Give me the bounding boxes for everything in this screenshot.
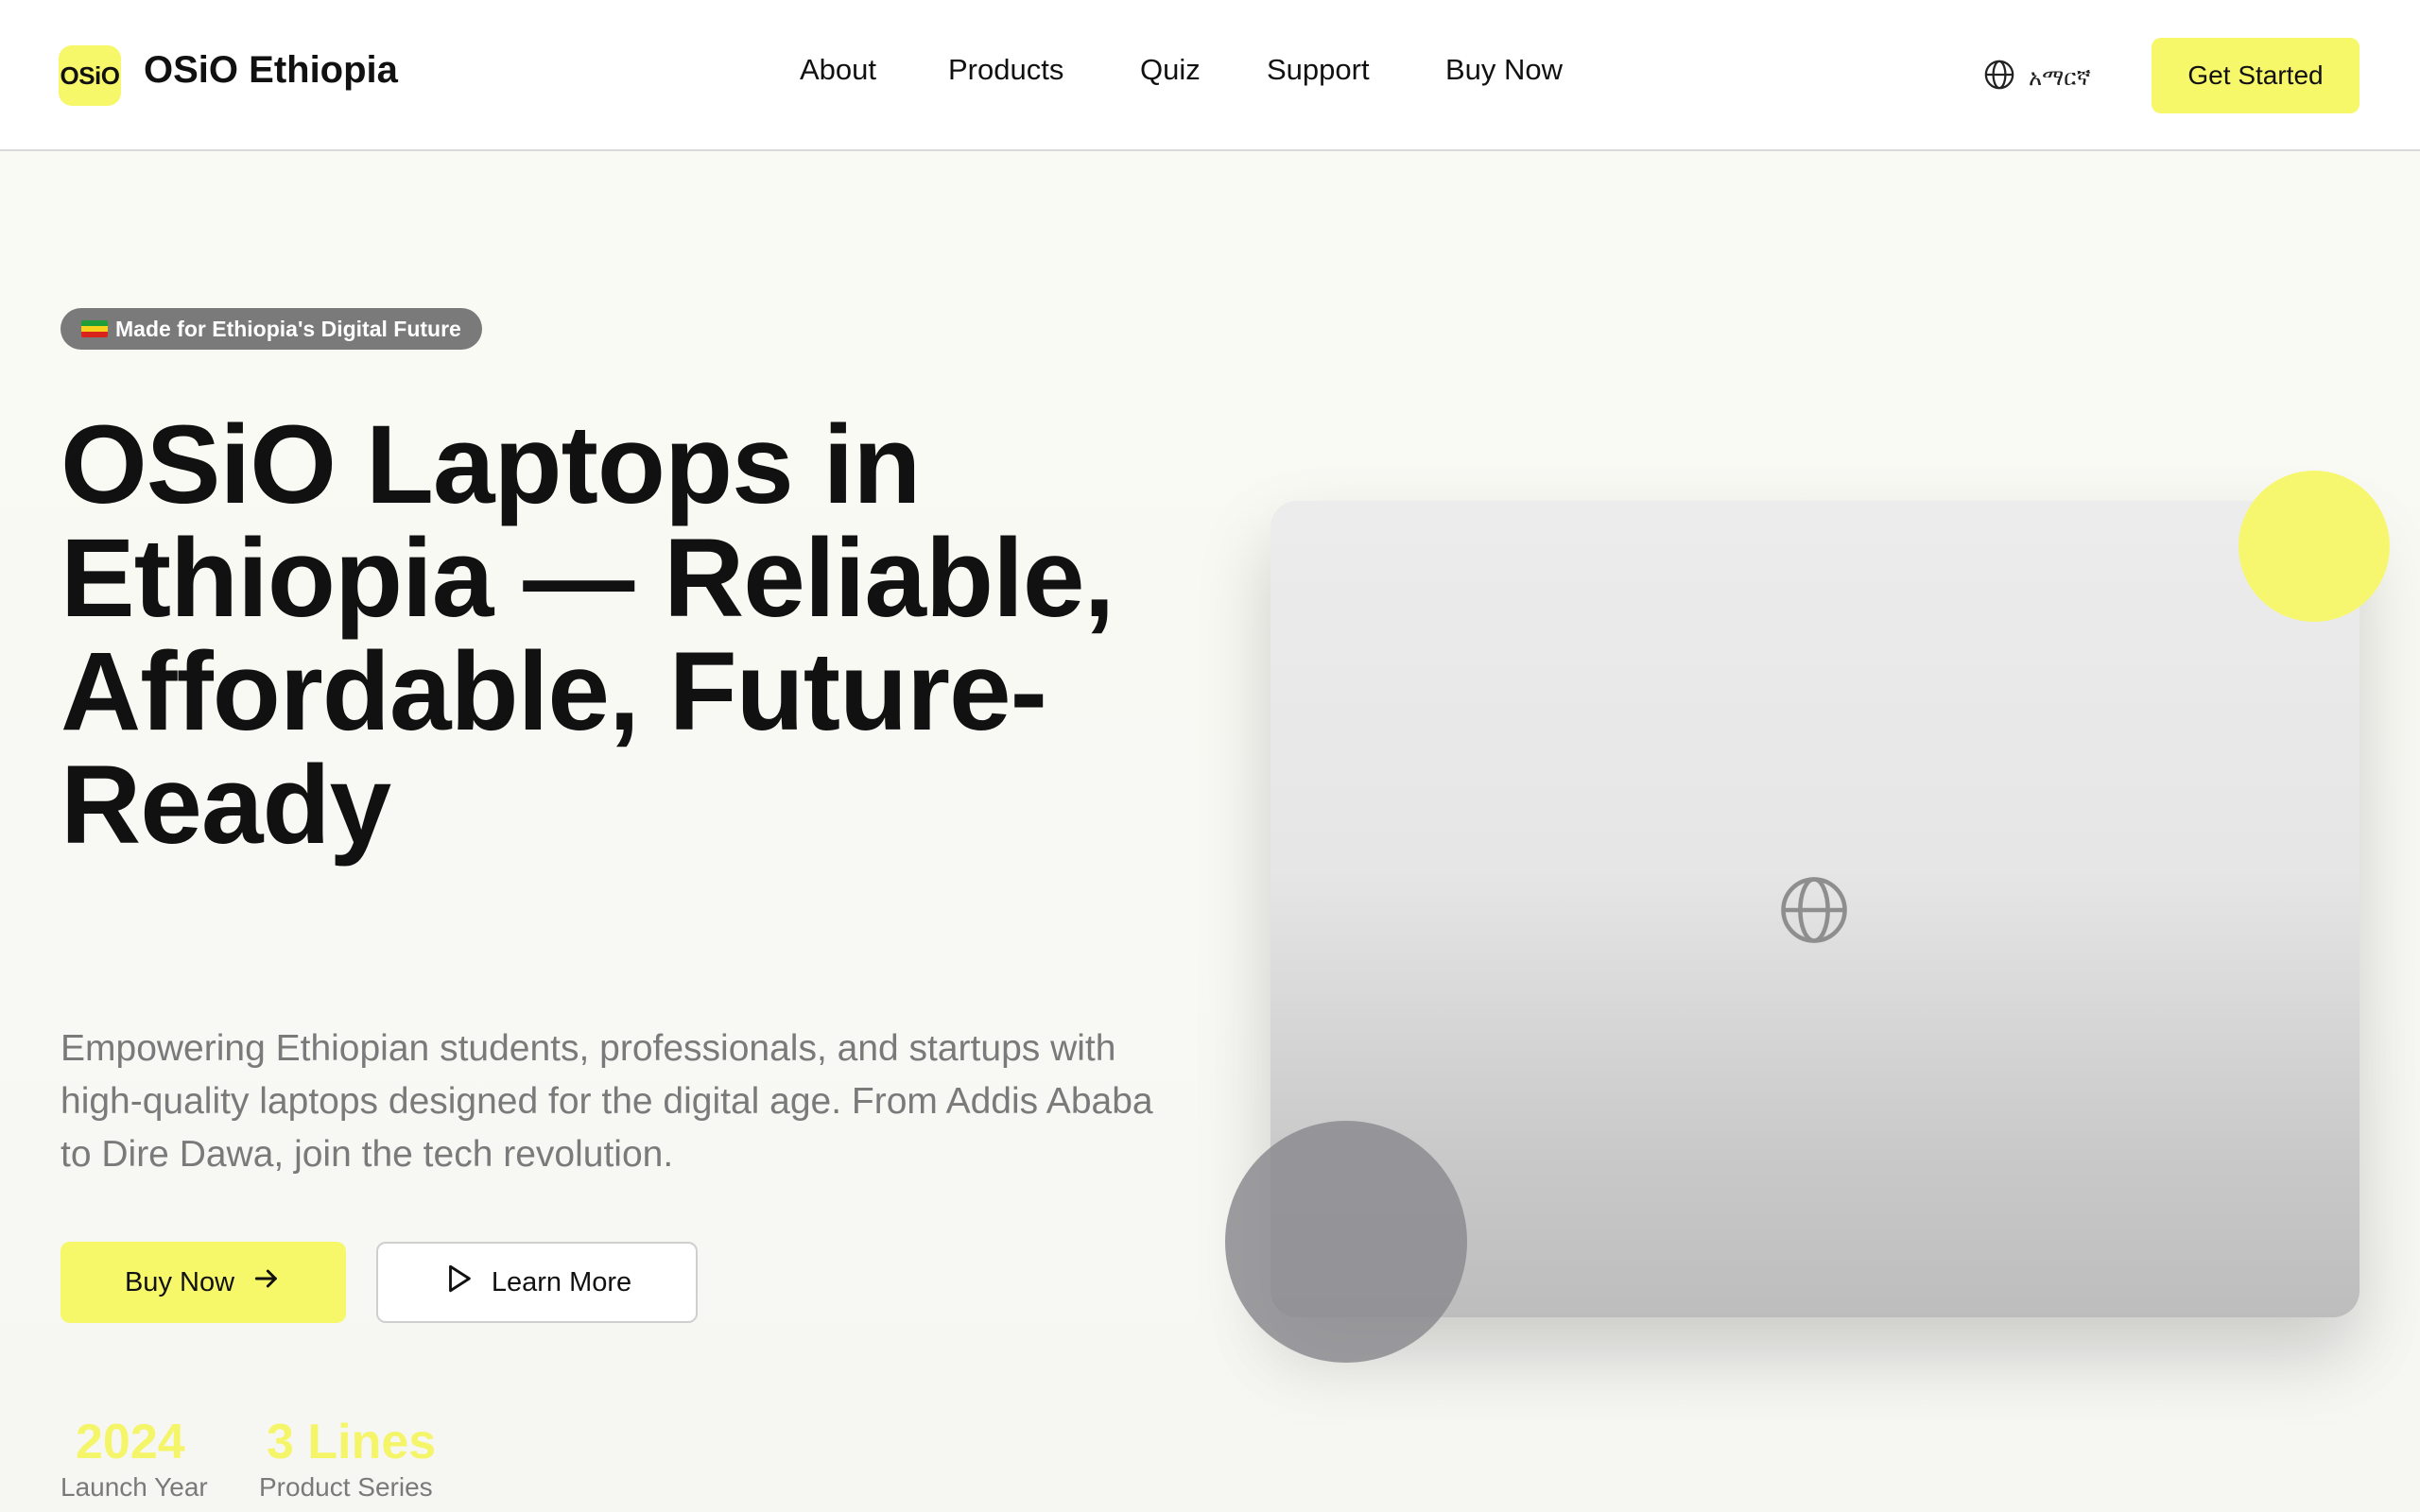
globe-icon [1777,873,1851,947]
buy-now-button[interactable]: Buy Now [60,1242,346,1323]
stat-value: 2024 [76,1415,185,1469]
nav-quiz[interactable]: Quiz [1140,53,1201,87]
decorative-yellow-circle [2238,471,2390,622]
hero-badge: Made for Ethiopia's Digital Future [60,308,482,350]
nav-products[interactable]: Products [948,53,1063,87]
get-started-button[interactable]: Get Started [2152,38,2360,113]
learn-more-label: Learn More [491,1266,632,1297]
stat-value: 3 Lines [267,1415,437,1469]
logo-badge[interactable]: OSiO [59,45,121,106]
hero-headline: OSiO Laptops in Ethiopia — Reliable, Aff… [60,403,1115,868]
ethiopia-flag-icon [81,320,108,337]
play-icon [442,1263,475,1302]
nav-buy-now[interactable]: Buy Now [1445,53,1563,87]
buy-now-label: Buy Now [124,1266,235,1297]
decorative-gray-circle [1225,1121,1467,1363]
nav-about[interactable]: About [800,53,876,87]
learn-more-button[interactable]: Learn More [376,1242,698,1323]
stat-launch-year: 2024 Launch Year [60,1414,208,1504]
arrow-right-icon [251,1263,282,1301]
stat-label: Product Series [259,1472,433,1502]
stat-label: Launch Year [60,1472,208,1502]
nav-support[interactable]: Support [1267,53,1370,87]
language-label: አማርኛ [2029,64,2091,91]
globe-icon [1983,59,2015,96]
language-switcher[interactable]: አማርኛ [1983,59,2091,96]
site-header: OSiO OSiO Ethiopia About Products Quiz S… [0,0,2420,151]
brand-name[interactable]: OSiO Ethiopia [144,49,398,92]
stat-product-series: 3 Lines Product Series [259,1414,436,1504]
hero-subtext: Empowering Ethiopian students, professio… [60,1028,1153,1175]
hero-badge-text: Made for Ethiopia's Digital Future [115,316,461,341]
